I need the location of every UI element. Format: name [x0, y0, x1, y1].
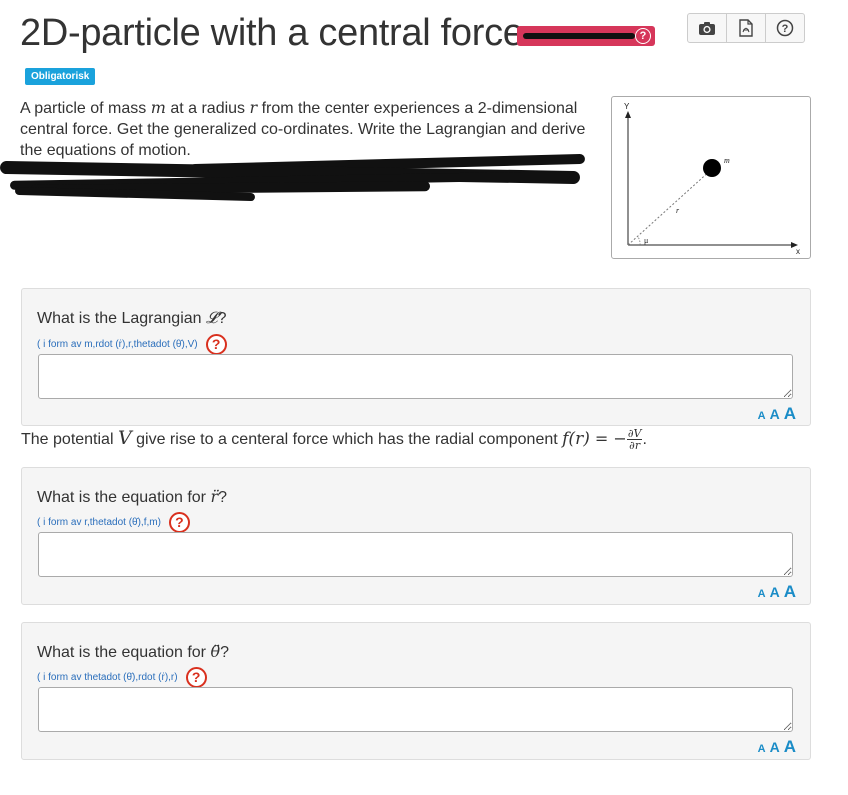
font-medium-button[interactable]: A [770, 739, 780, 755]
question-hint: ( i form av thetadot (θ̇),rdot (ṙ),r)? [37, 667, 207, 688]
help-icon[interactable]: ? [168, 512, 190, 533]
math-m: m [150, 98, 166, 117]
question-hint: ( i form av r,thetadot (θ̇),f,m)? [37, 512, 190, 533]
font-small-button[interactable]: A [758, 743, 766, 755]
hint-text: ( i form av r,thetadot (θ̇),f,m) [37, 517, 161, 529]
hint-text: ( i form av m,rdot (ṙ),r,thetadot (θ̇),V… [37, 339, 198, 351]
question-box-r-ddot: What is the equation for r̈? ( i form av… [21, 467, 811, 605]
y-axis-label: Y [624, 102, 630, 111]
font-size-controls: AAA [754, 737, 796, 757]
radius-label: r [676, 206, 680, 215]
page-title: 2D-particle with a central force [20, 12, 524, 54]
math-f-of-r: f(r) [562, 429, 590, 449]
font-small-button[interactable]: A [758, 588, 766, 600]
x-axis-label: x [796, 247, 800, 256]
camera-icon[interactable] [687, 13, 727, 43]
angle-label: μ [644, 236, 648, 245]
status-badge: Obligatorisk [25, 68, 96, 85]
question-hint: ( i form av m,rdot (ṙ),r,thetadot (θ̇),V… [37, 334, 227, 355]
toolbar-icons: ? [687, 13, 805, 43]
math-theta-ddot: θ̈ [210, 642, 221, 661]
mass-label: m [724, 156, 730, 165]
redaction-scribble [523, 33, 635, 39]
potential-text: The potential [21, 431, 118, 448]
question-box-theta-ddot: What is the equation for θ̈? ( i form av… [21, 622, 811, 760]
question-prefix: What is the Lagrangian [37, 310, 206, 327]
help-icon[interactable]: ? [205, 334, 227, 355]
math-r: r [249, 98, 258, 117]
pdf-icon[interactable] [726, 13, 766, 43]
redacted-title-tag: ? [517, 26, 655, 46]
font-medium-button[interactable]: A [770, 406, 780, 422]
math-lagrangian: 𝓛 [206, 308, 218, 327]
potential-text: give rise to a centeral force which has … [131, 431, 563, 448]
math-equals: = − [589, 429, 627, 448]
hint-text: ( i form av thetadot (θ̇),rdot (ṙ),r) [37, 672, 178, 684]
font-large-button[interactable]: A [784, 404, 796, 423]
answer-theta-ddot-input[interactable] [38, 687, 793, 732]
answer-lagrangian-input[interactable] [38, 354, 793, 399]
question-prefix: What is the equation for [37, 489, 211, 506]
question-text: What is the equation for θ̈? [37, 642, 229, 662]
answer-r-ddot-input[interactable] [38, 532, 793, 577]
desc-text: at a radius [165, 100, 250, 117]
problem-description: A particle of mass m at a radius r from … [20, 97, 595, 161]
desc-text: A particle of mass [20, 100, 151, 117]
help-icon[interactable]: ? [765, 13, 805, 43]
potential-statement: The potential V give rise to a centeral … [21, 427, 647, 451]
question-text: What is the equation for r̈? [37, 487, 227, 507]
svg-text:?: ? [782, 23, 789, 35]
question-prefix: What is the equation for [37, 644, 211, 661]
help-icon[interactable]: ? [185, 667, 207, 688]
question-suffix: ? [220, 644, 229, 661]
font-large-button[interactable]: A [784, 737, 796, 756]
math-V: V [117, 427, 132, 449]
font-size-controls: AAA [754, 404, 796, 424]
question-text: What is the Lagrangian 𝓛? [37, 308, 227, 328]
font-size-controls: AAA [754, 582, 796, 602]
font-large-button[interactable]: A [784, 582, 796, 601]
math-fraction: ∂V ∂r [626, 428, 643, 453]
question-suffix: ? [218, 489, 227, 506]
font-medium-button[interactable]: A [770, 584, 780, 600]
fraction-denominator: ∂r [629, 439, 641, 453]
polar-diagram: Y x m r μ [611, 96, 811, 259]
question-box-lagrangian: What is the Lagrangian 𝓛? ( i form av m,… [21, 288, 811, 426]
help-icon[interactable]: ? [635, 28, 651, 44]
question-suffix: ? [217, 310, 227, 327]
math-r-ddot: r̈ [210, 487, 219, 506]
period: . [642, 431, 647, 448]
font-small-button[interactable]: A [758, 410, 766, 422]
